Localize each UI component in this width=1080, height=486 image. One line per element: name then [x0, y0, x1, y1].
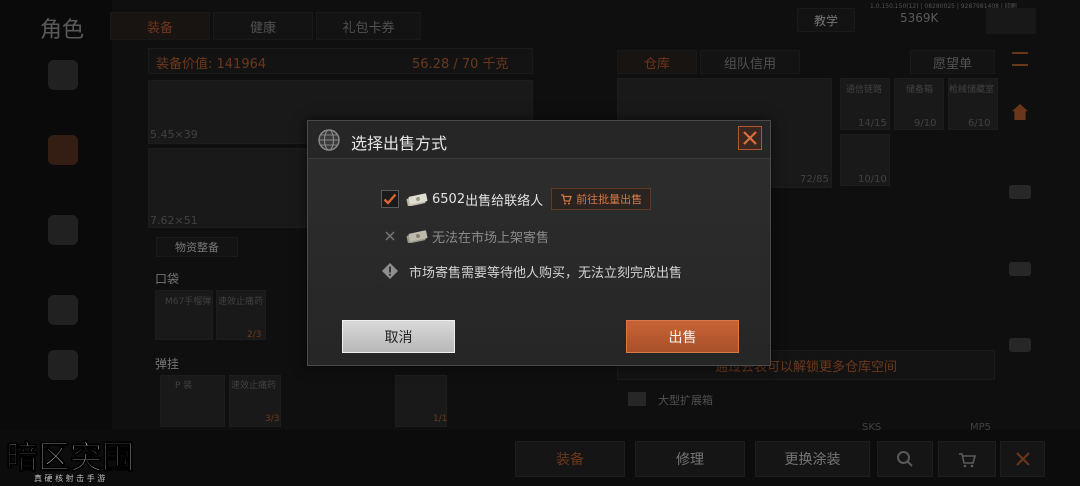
dialog-close-button[interactable]	[738, 126, 762, 150]
game-logo: 暗区突围 真 硬 核 射 击 手 游	[4, 432, 164, 484]
svg-text:暗区突围: 暗区突围	[6, 438, 134, 476]
sell-notice-text: 市场寄售需要等待他人购买，无法立刻完成出售	[409, 265, 683, 281]
dialog-header: 选择出售方式	[308, 121, 770, 159]
globe-icon	[318, 129, 340, 151]
sell-notice: 市场寄售需要等待他人购买，无法立刻完成出售	[381, 260, 682, 282]
cross-icon	[385, 231, 395, 241]
cancel-button[interactable]: 取消	[342, 320, 455, 353]
batch-sell-button[interactable]: 前往批量出售	[551, 188, 652, 210]
checkmark-icon	[383, 193, 397, 205]
close-icon	[743, 131, 757, 145]
sell-method-dialog: 选择出售方式 6502 出售给联络人 前往批量出售 无法在市场上架寄售 市场寄售…	[307, 120, 771, 366]
sell-button[interactable]: 出售	[626, 320, 739, 353]
svg-text:真 硬 核 射 击 手 游: 真 硬 核 射 击 手 游	[34, 473, 105, 483]
game-logo-image: 暗区突围 真 硬 核 射 击 手 游	[6, 438, 135, 484]
sell-to-contact-checkbox[interactable]	[381, 190, 399, 208]
money-icon	[406, 193, 428, 206]
sell-price: 6502	[432, 191, 466, 207]
market-consign-label: 无法在市场上架寄售	[432, 230, 550, 246]
batch-sell-label: 前往批量出售	[576, 193, 643, 206]
sell-to-contact-label: 出售给联络人	[465, 193, 544, 209]
sell-to-contact-option[interactable]: 6502 出售给联络人 前往批量出售	[381, 188, 652, 210]
warning-icon	[382, 263, 398, 279]
dialog-title: 选择出售方式	[351, 134, 448, 153]
batch-cart-icon	[561, 194, 573, 205]
market-consign-option: 无法在市场上架寄售	[381, 225, 549, 247]
money-icon	[406, 230, 428, 243]
